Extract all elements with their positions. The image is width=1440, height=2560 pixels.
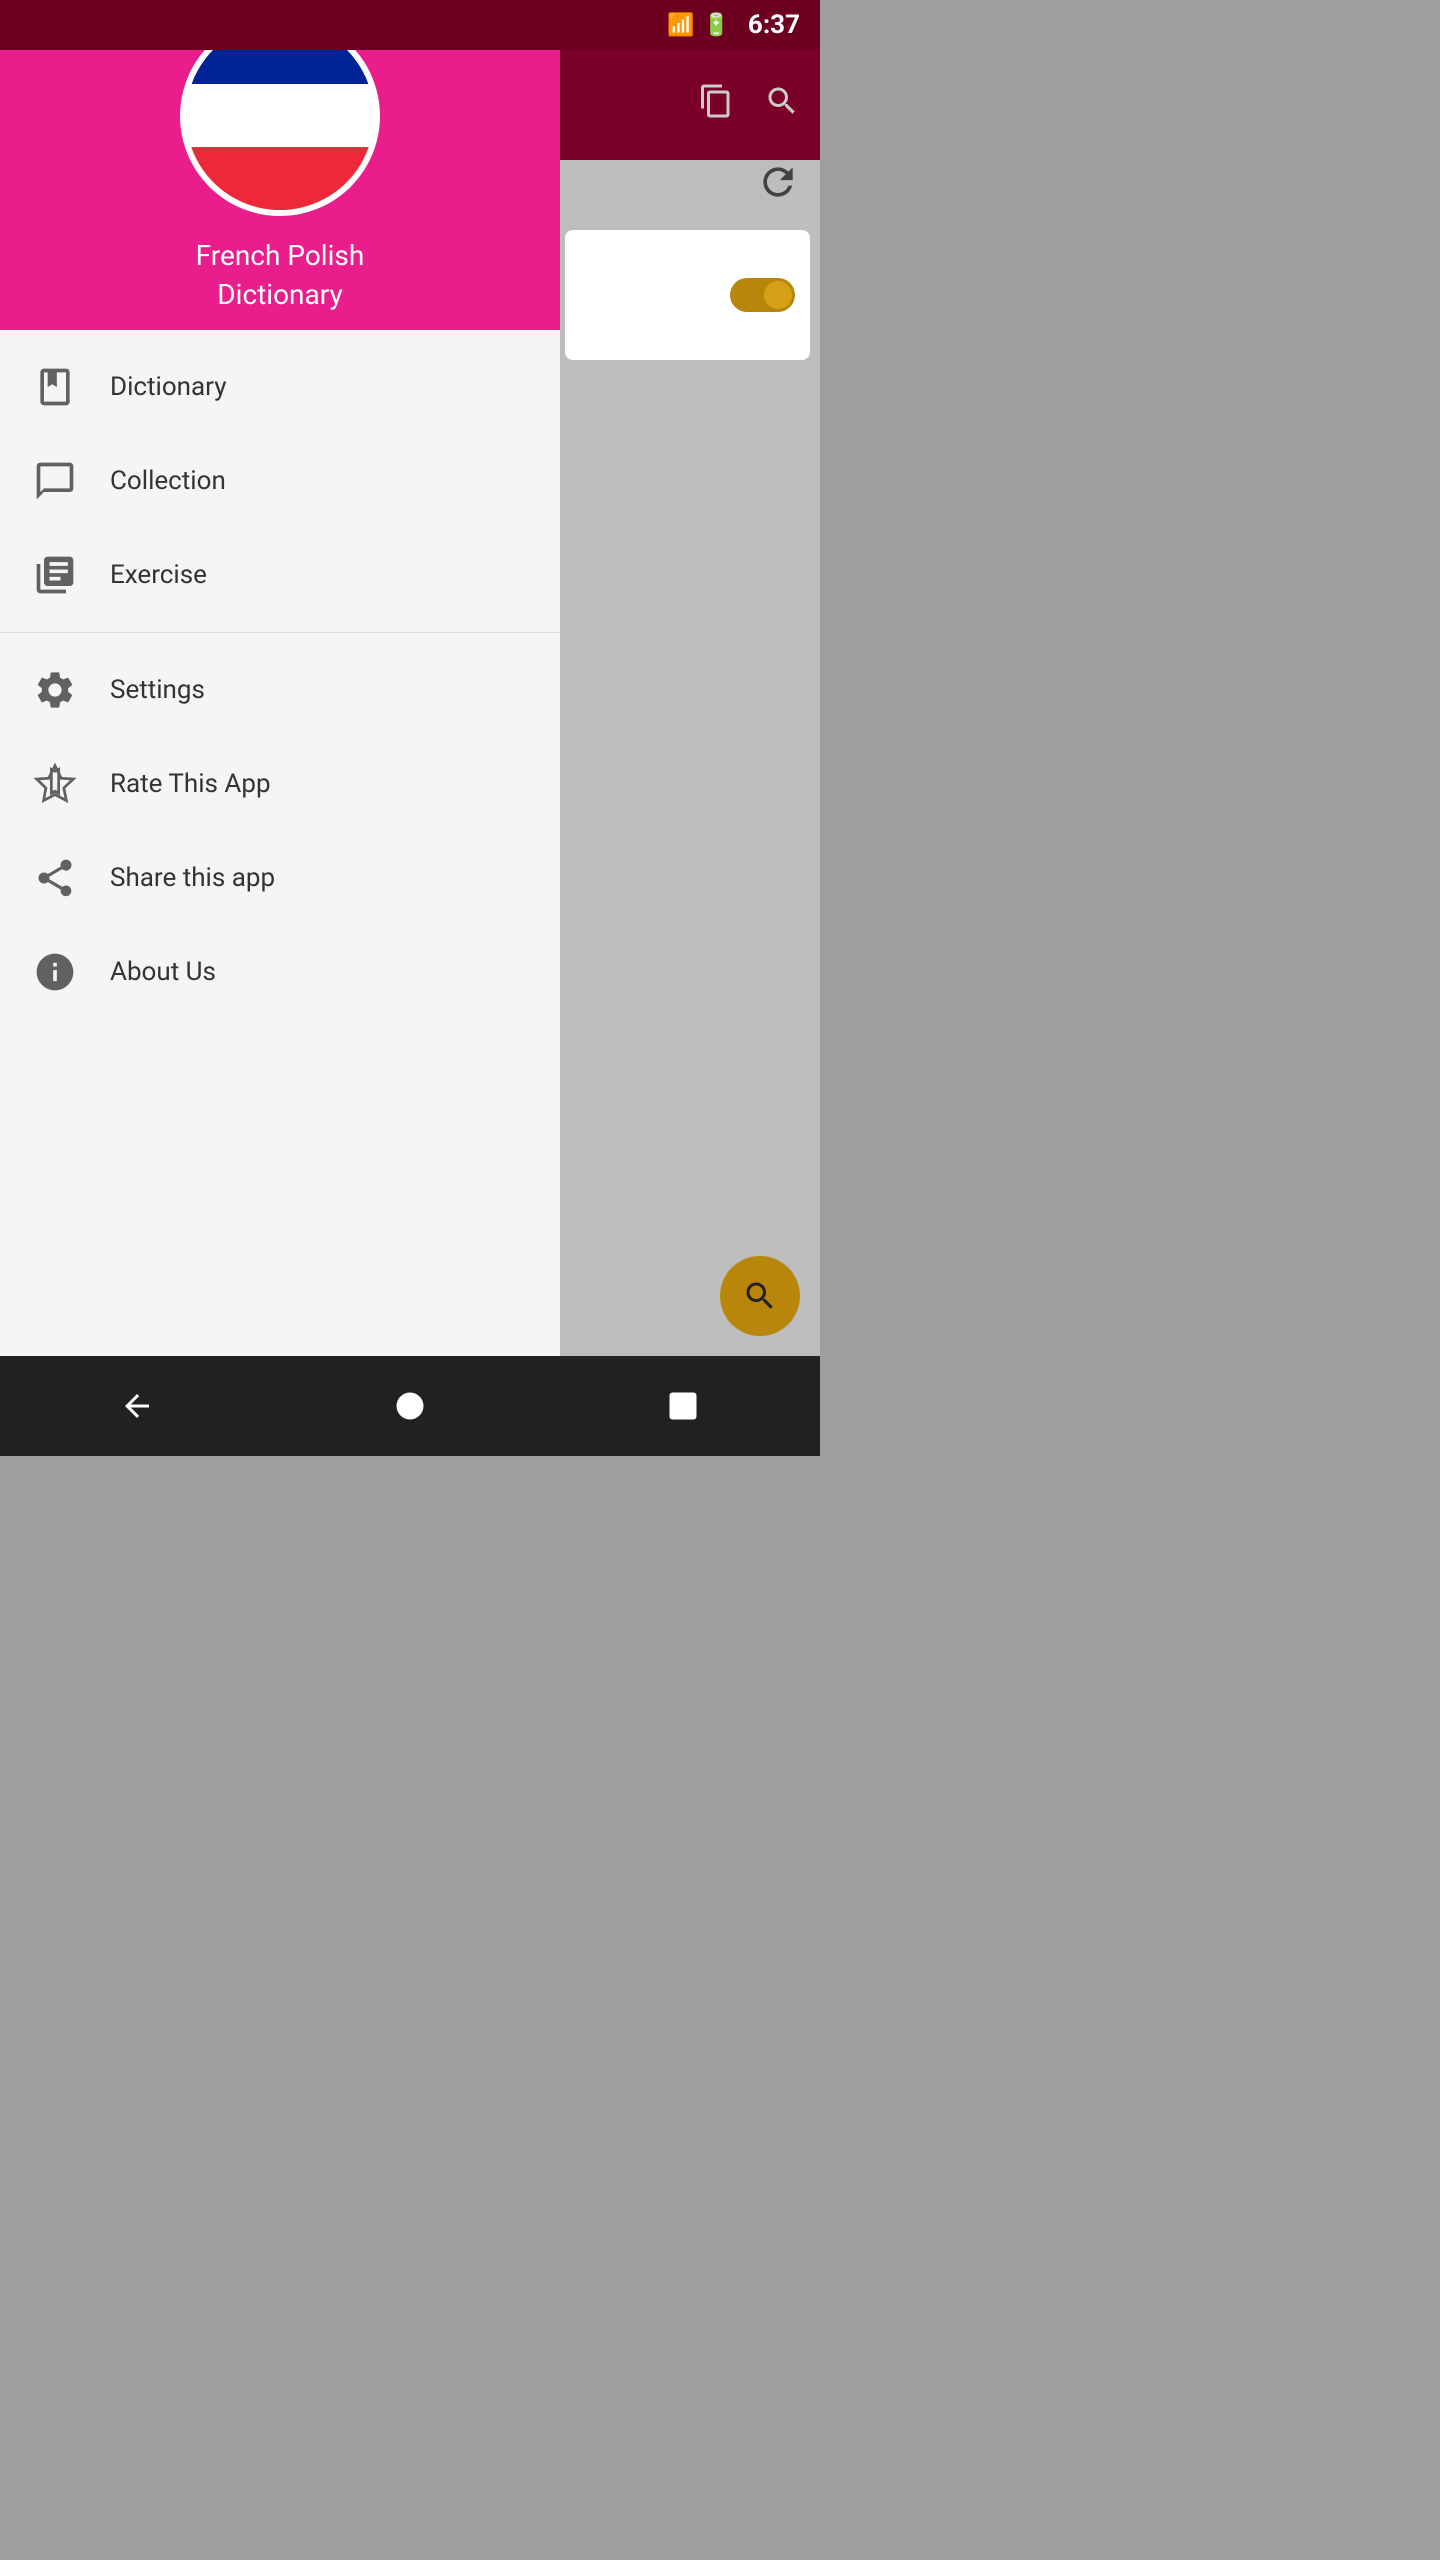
exercise-icon [30, 550, 80, 600]
sidebar-item-label: Dictionary [110, 372, 227, 402]
navigation-bar [0, 1356, 820, 1456]
recents-button[interactable] [665, 1388, 701, 1424]
battery-icon: 🔋 [703, 13, 730, 38]
flag-red [186, 147, 374, 210]
settings-icon [30, 665, 80, 715]
sidebar-item-label: Collection [110, 466, 226, 496]
drawer-section-main: Dictionary Collection Exercise [0, 330, 560, 633]
sidebar-item-about[interactable]: About Us [0, 925, 560, 1019]
sidebar-item-collection[interactable]: Collection [0, 434, 560, 528]
action-bar [560, 50, 820, 160]
search-icon[interactable] [764, 83, 800, 127]
app-title: French Polish Dictionary [196, 236, 365, 314]
home-button[interactable] [392, 1388, 428, 1424]
sidebar-item-label: Share this app [110, 863, 275, 893]
sidebar-item-rate[interactable]: Rate This App [0, 737, 560, 831]
fab-search-button[interactable] [720, 1256, 800, 1336]
flag-white [186, 84, 374, 147]
status-icons: 📶 🔋 6:37 [667, 10, 800, 40]
info-icon [30, 947, 80, 997]
toggle-knob [764, 281, 792, 309]
sidebar-item-label: Exercise [110, 560, 207, 590]
back-button[interactable] [119, 1388, 155, 1424]
sidebar-item-settings[interactable]: Settings [0, 643, 560, 737]
signal-icon: 📶 [667, 13, 694, 38]
drawer-items: Dictionary Collection Exercise [0, 330, 560, 1456]
sidebar-item-label: About Us [110, 957, 216, 987]
toggle-container[interactable] [730, 278, 795, 312]
sidebar-item-label: Settings [110, 675, 205, 705]
navigation-drawer: French Polish Dictionary Dictionary [0, 0, 560, 1456]
dictionary-icon [30, 362, 80, 412]
refresh-button[interactable] [756, 160, 800, 208]
status-bar: 📶 🔋 6:37 [0, 0, 820, 50]
sidebar-item-share[interactable]: Share this app [0, 831, 560, 925]
status-time: 6:37 [748, 10, 800, 40]
settings-card [565, 230, 810, 360]
collection-icon [30, 456, 80, 506]
sidebar-item-exercise[interactable]: Exercise [0, 528, 560, 622]
toggle-switch[interactable] [730, 278, 795, 312]
drawer-section-secondary: Settings Rate This App [0, 633, 560, 1029]
sidebar-item-dictionary[interactable]: Dictionary [0, 340, 560, 434]
clipboard-icon[interactable] [698, 83, 734, 127]
sidebar-item-label: Rate This App [110, 769, 271, 799]
share-icon [30, 853, 80, 903]
rate-icon [30, 759, 80, 809]
